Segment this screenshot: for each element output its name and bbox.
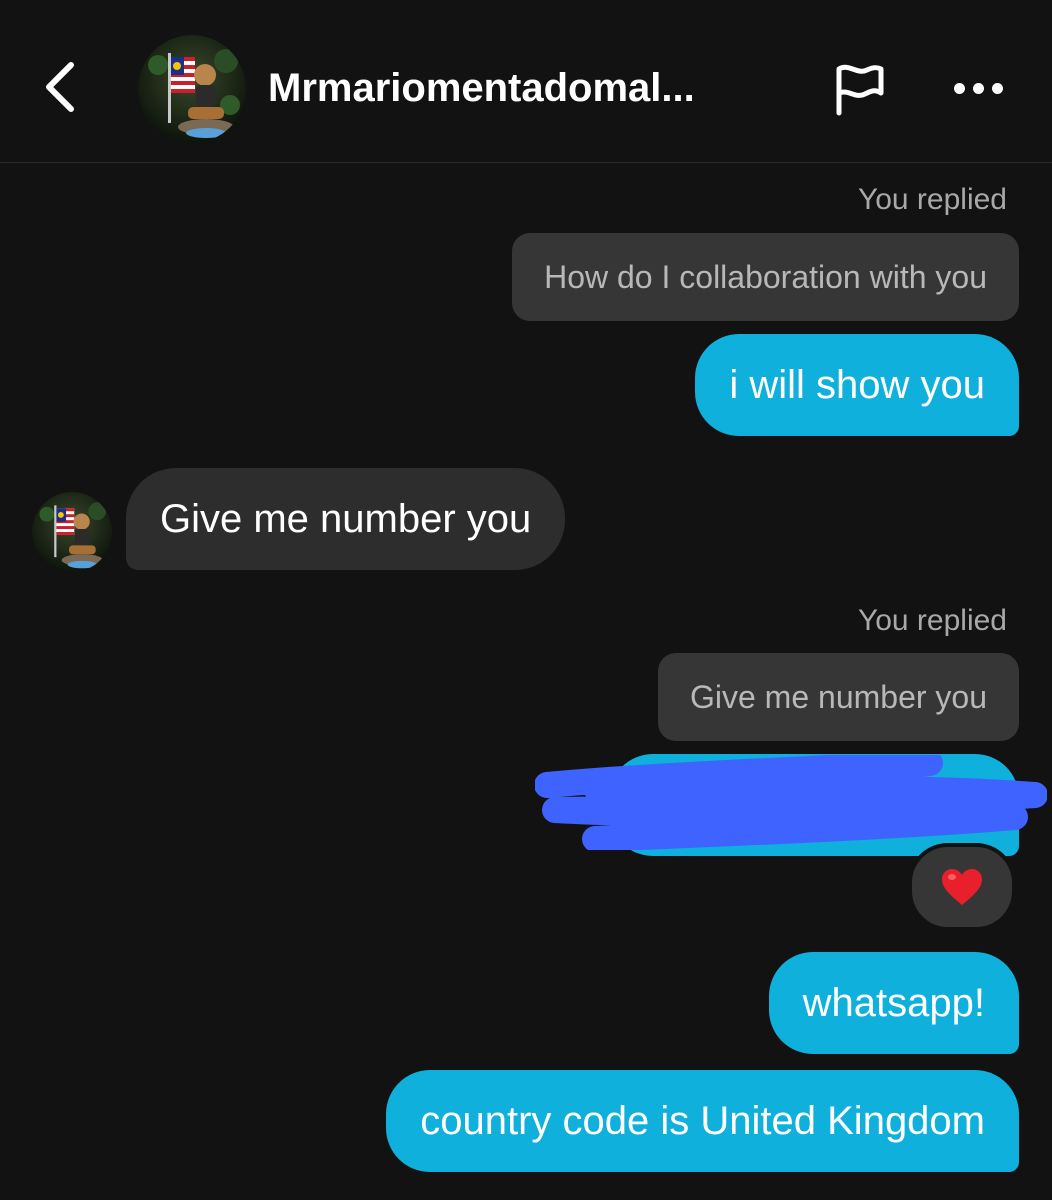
quoted-message[interactable]: Give me number you [657, 653, 1019, 741]
heart-reaction[interactable] [908, 843, 1016, 931]
chat-screen: Mrmariomentadomal... You replied How do … [0, 0, 1052, 1200]
quoted-message[interactable]: How do I collaboration with you [512, 233, 1019, 321]
incoming-message[interactable]: Give me number you [126, 468, 566, 570]
heart-icon [942, 869, 982, 905]
outgoing-message[interactable]: country code is United Kingdom [386, 1070, 1019, 1172]
flag-icon [836, 64, 884, 116]
chat-header: Mrmariomentadomal... [0, 0, 1052, 163]
chevron-left-icon [46, 62, 74, 112]
sender-avatar[interactable] [32, 492, 112, 572]
outgoing-message[interactable]: i will show you [695, 334, 1019, 436]
reply-label: You replied [857, 604, 1007, 637]
redaction-scribble [535, 755, 1047, 850]
more-horizontal-icon [950, 82, 1007, 94]
contact-name[interactable]: Mrmariomentadomal... [268, 62, 768, 114]
contact-avatar[interactable] [138, 35, 246, 143]
reply-label: You replied [857, 183, 1007, 216]
report-button[interactable] [826, 56, 892, 122]
outgoing-message[interactable]: whatsapp! [768, 952, 1019, 1054]
more-options-button[interactable] [940, 62, 1016, 114]
back-button[interactable] [30, 55, 90, 119]
